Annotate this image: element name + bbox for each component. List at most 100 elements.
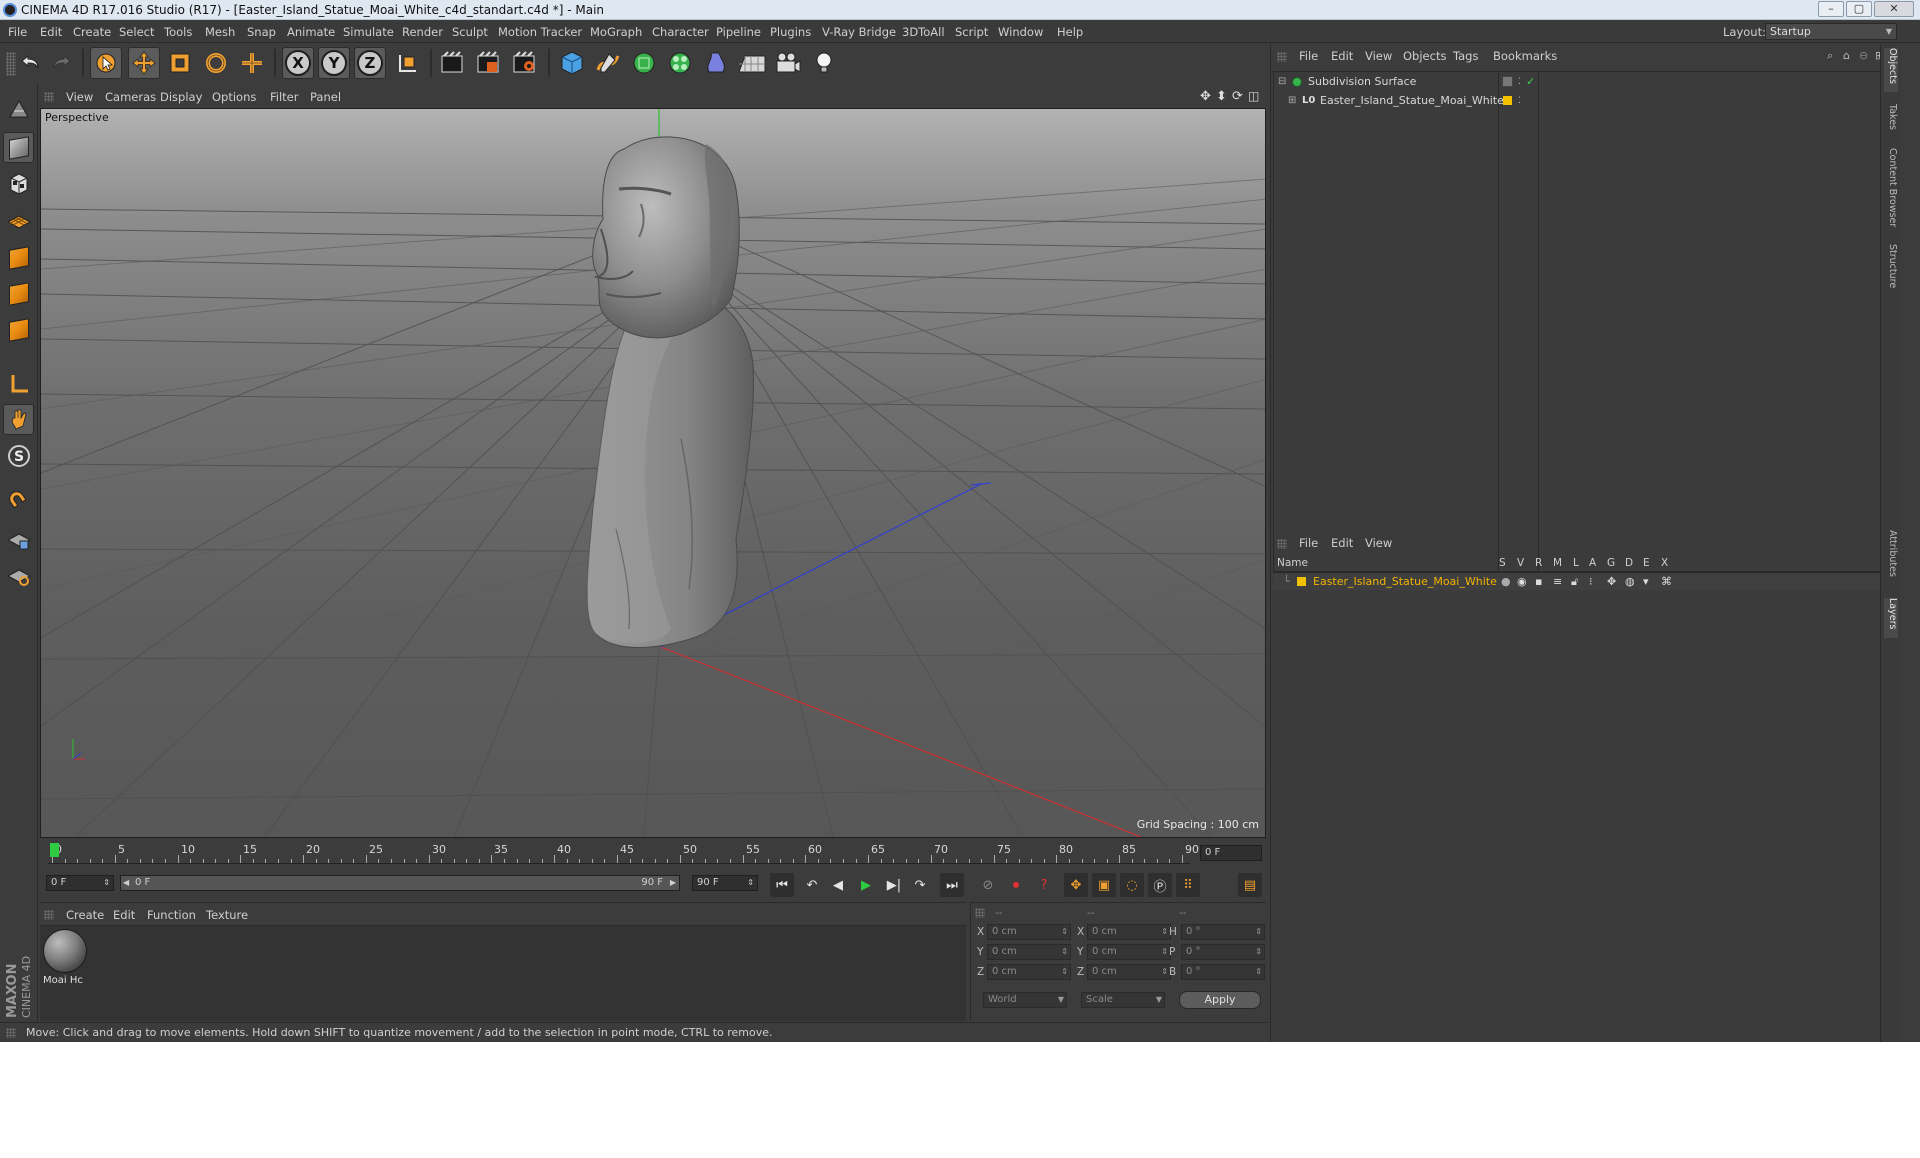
tab-takes[interactable]: Takes xyxy=(1884,104,1898,140)
lm-menu-edit[interactable]: Edit xyxy=(1331,536,1353,550)
range-left-arrow-icon[interactable]: ◀ xyxy=(123,876,129,890)
prev-frame-icon[interactable]: ◀ xyxy=(826,873,850,897)
material-list[interactable]: Moai Hc xyxy=(40,925,966,1021)
menu-file[interactable]: File xyxy=(8,25,27,39)
collapse-icon[interactable]: ⊟ xyxy=(1278,73,1286,91)
layer-deformers-icon[interactable]: ◍ xyxy=(1625,573,1635,590)
enabled-check-icon[interactable]: ✓ xyxy=(1526,73,1535,91)
col-solo[interactable]: S xyxy=(1499,557,1506,569)
size-z-field[interactable]: 0 cm ⇕ xyxy=(1087,964,1171,980)
layer-expressions-icon[interactable]: ▾ xyxy=(1643,573,1649,590)
object-name[interactable]: Easter_Island_Statue_Moai_White xyxy=(1320,92,1504,110)
start-frame-field[interactable]: 0 F ⇕ xyxy=(46,875,114,891)
menu-vray-bridge[interactable]: V-Ray Bridge xyxy=(822,25,896,39)
size-y-field[interactable]: 0 cm ⇕ xyxy=(1087,944,1171,960)
play-icon[interactable]: ▶ xyxy=(854,873,878,897)
material-menu-edit[interactable]: Edit xyxy=(113,908,135,922)
material-menu-create[interactable]: Create xyxy=(66,908,104,922)
workplane-mode-icon[interactable] xyxy=(3,204,34,235)
next-keyframe-icon[interactable]: ↷ xyxy=(908,873,932,897)
undo-icon[interactable] xyxy=(14,47,46,79)
col-locked[interactable]: L xyxy=(1573,557,1579,569)
menu-tools[interactable]: Tools xyxy=(164,25,192,39)
points-mode-icon[interactable] xyxy=(3,242,34,273)
menu-pipeline[interactable]: Pipeline xyxy=(716,25,761,39)
layer-list-empty[interactable] xyxy=(1273,591,1899,1041)
menu-render[interactable]: Render xyxy=(402,25,443,39)
texture-mode-icon[interactable] xyxy=(3,168,34,199)
rot-h-field[interactable]: 0 ° ⇕ xyxy=(1181,924,1265,940)
layer-tag-icon[interactable] xyxy=(1502,76,1513,87)
lm-menu-view[interactable]: View xyxy=(1365,536,1392,550)
layer-row[interactable]: └ Easter_Island_Statue_Moai_White ● ◉ ▪ … xyxy=(1273,573,1899,590)
size-mode-select[interactable]: Scale ▼ xyxy=(1081,992,1165,1008)
material-menu-function[interactable]: Function xyxy=(147,908,196,922)
solo-mode-icon[interactable]: S xyxy=(3,440,34,471)
material-preview-ball[interactable] xyxy=(43,929,87,973)
close-button[interactable]: ✕ xyxy=(1874,1,1914,17)
tab-objects[interactable]: Objects xyxy=(1884,48,1898,92)
coords-grip[interactable] xyxy=(975,908,985,918)
tab-structure[interactable]: Structure xyxy=(1884,244,1898,296)
menu-window[interactable]: Window xyxy=(998,25,1043,39)
x-axis-icon[interactable]: X xyxy=(282,47,314,79)
layer-manager-icon[interactable]: ≡ xyxy=(1553,573,1562,590)
record-icon[interactable]: ⏺ xyxy=(1004,873,1028,897)
lock-workplane-icon[interactable] xyxy=(3,524,34,555)
viewport-menu-cameras[interactable]: Cameras xyxy=(105,90,156,104)
viewport-menu-display[interactable]: Display xyxy=(160,90,202,104)
prev-keyframe-icon[interactable]: ↶ xyxy=(800,873,824,897)
polygons-mode-icon[interactable] xyxy=(3,314,34,345)
viewport-rotate-icon[interactable]: ⟳ xyxy=(1232,89,1243,104)
world-coords-icon[interactable] xyxy=(392,47,424,79)
size-x-field[interactable]: 0 cm ⇕ xyxy=(1087,924,1171,940)
planar-workplane-icon[interactable] xyxy=(3,560,34,591)
layer-view-eye-icon[interactable]: ◉ xyxy=(1517,573,1527,590)
rotate-icon[interactable] xyxy=(200,47,232,79)
viewport-menu-panel[interactable]: Panel xyxy=(310,90,341,104)
range-right-arrow-icon[interactable]: ▶ xyxy=(670,876,676,890)
viewport-menu-view[interactable]: View xyxy=(66,90,93,104)
om-menu-bookmarks[interactable]: Bookmarks xyxy=(1493,49,1557,63)
layer-manager-grip[interactable] xyxy=(1277,539,1287,549)
timeline[interactable]: 051015202530354045505560657075808590 0 F xyxy=(40,840,1266,866)
lm-menu-file[interactable]: File xyxy=(1299,536,1318,550)
cloner-icon[interactable] xyxy=(664,47,696,79)
rot-p-field[interactable]: 0 ° ⇕ xyxy=(1181,944,1265,960)
subdivision-icon[interactable] xyxy=(628,47,660,79)
object-row-subdivision[interactable]: ⊟ Subdivision Surface ⁚ ✓ xyxy=(1274,73,1900,91)
floor-icon[interactable] xyxy=(736,47,768,79)
back-icon[interactable]: ⊖ xyxy=(1859,49,1868,62)
layer-render-icon[interactable]: ▪ xyxy=(1535,573,1542,590)
auto-key-icon[interactable]: ? xyxy=(1032,873,1056,897)
menu-character[interactable]: Character xyxy=(652,25,709,39)
camera-icon[interactable] xyxy=(772,47,804,79)
key-position-icon[interactable]: ✥ xyxy=(1064,873,1088,897)
viewport-menu-options[interactable]: Options xyxy=(212,90,256,104)
frame-range-slider[interactable]: ◀ 0 F 90 F ▶ xyxy=(120,875,680,891)
pos-z-field[interactable]: 0 cm ⇕ xyxy=(987,964,1071,980)
render-settings-icon[interactable] xyxy=(508,47,540,79)
layer-solo-icon[interactable]: ● xyxy=(1501,573,1511,590)
snap-magnet-icon[interactable] xyxy=(3,486,34,517)
light-icon[interactable] xyxy=(808,47,840,79)
layer-generators-icon[interactable]: ✥ xyxy=(1607,573,1616,590)
visibility-dots-icon[interactable]: ⁚ xyxy=(1518,92,1521,110)
layer-animation-icon[interactable]: ⁝ xyxy=(1589,573,1593,590)
current-frame-marker[interactable] xyxy=(50,843,59,857)
goto-end-icon[interactable]: ⏭ xyxy=(940,873,964,897)
menu-sculpt[interactable]: Sculpt xyxy=(452,25,488,39)
viewport-grip[interactable] xyxy=(44,92,54,102)
material-grip[interactable] xyxy=(44,910,54,920)
tab-attributes[interactable]: Attributes xyxy=(1884,530,1898,588)
last-tool-icon[interactable] xyxy=(236,47,268,79)
om-menu-tags[interactable]: Tags xyxy=(1453,49,1478,63)
viewport-maximize-icon[interactable]: ◫ xyxy=(1248,89,1259,103)
object-row-moai[interactable]: ⊞ L0 Easter_Island_Statue_Moai_White ⁚ xyxy=(1274,92,1900,110)
viewport-move-icon[interactable]: ✥ xyxy=(1200,89,1211,104)
menu-mesh[interactable]: Mesh xyxy=(205,25,235,39)
col-view[interactable]: V xyxy=(1517,557,1524,569)
col-deformers[interactable]: D xyxy=(1625,557,1633,569)
axis-mode-icon[interactable] xyxy=(3,368,34,399)
y-axis-icon[interactable]: Y xyxy=(318,47,350,79)
